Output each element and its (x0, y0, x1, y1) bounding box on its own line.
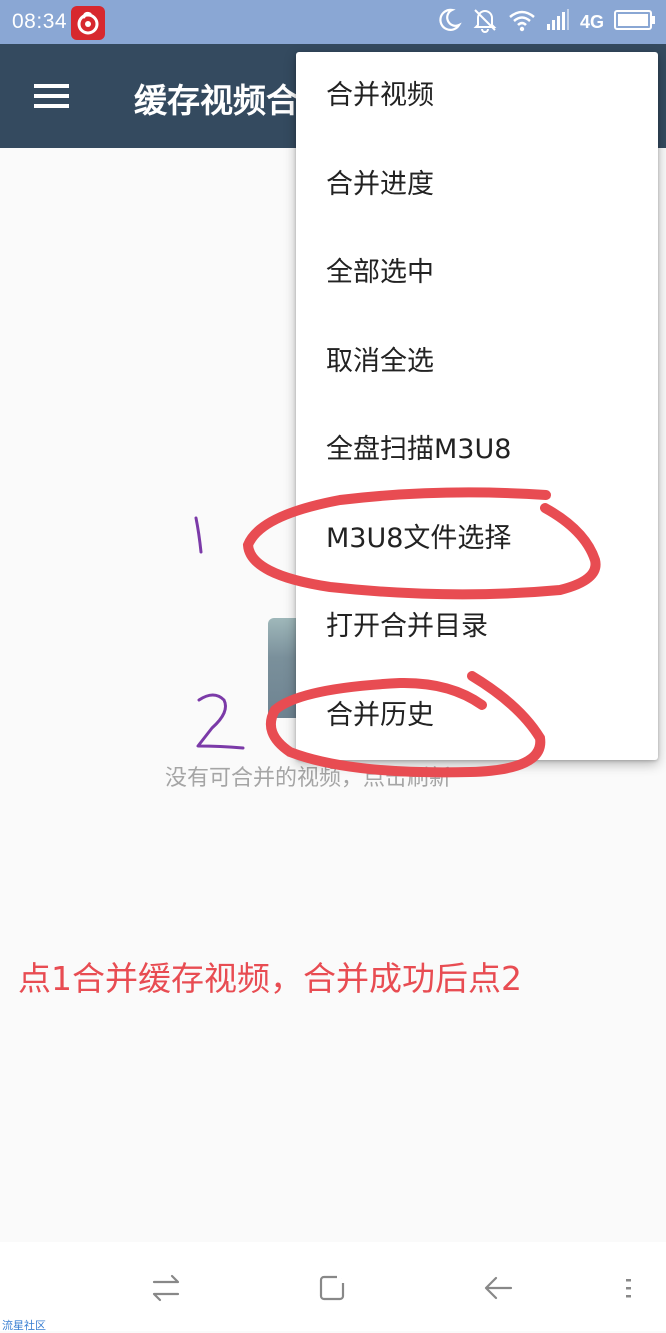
menu-item-merge-progress[interactable]: 合并进度 (296, 141, 658, 230)
menu-item-deselect-all[interactable]: 取消全选 (296, 318, 658, 407)
annotation-marker-2 (196, 693, 245, 750)
back-arrow-icon[interactable] (479, 1268, 519, 1308)
battery-icon (614, 9, 656, 35)
wifi-icon (508, 8, 536, 36)
page-title: 缓存视频合并 (134, 81, 304, 120)
annotation-marker-1 (194, 516, 203, 554)
switch-apps-icon[interactable] (146, 1268, 186, 1308)
menu-item-open-merge-dir[interactable]: 打开合并目录 (296, 583, 658, 672)
empty-state-message[interactable]: 没有可合并的视频，点击刷新 (165, 760, 451, 792)
navigation-bar (0, 1242, 666, 1331)
home-square-icon[interactable] (312, 1268, 352, 1308)
status-time: 08:34 (12, 10, 68, 33)
signal-icon (546, 9, 570, 35)
menu-item-m3u8-file-select[interactable]: M3U8文件选择 (296, 495, 658, 584)
menu-item-scan-m3u8[interactable]: 全盘扫描M3U8 (296, 406, 658, 495)
hamburger-menu-icon[interactable] (22, 72, 80, 120)
menu-item-merge-video[interactable]: 合并视频 (296, 52, 658, 141)
bell-off-icon (472, 7, 498, 37)
status-bar: 08:34 4G (0, 0, 666, 44)
overflow-menu: 合并视频 合并进度 全部选中 取消全选 全盘扫描M3U8 M3U8文件选择 打开… (296, 52, 658, 760)
menu-item-merge-history[interactable]: 合并历史 (296, 672, 658, 761)
network-type: 4G (579, 11, 604, 32)
netease-music-icon (71, 6, 105, 40)
menu-item-select-all[interactable]: 全部选中 (296, 229, 658, 318)
menu-dots-icon[interactable] (610, 1268, 650, 1308)
moon-icon (436, 7, 462, 37)
instruction-text: 点1合并缓存视频，合并成功后点2 (18, 959, 522, 998)
